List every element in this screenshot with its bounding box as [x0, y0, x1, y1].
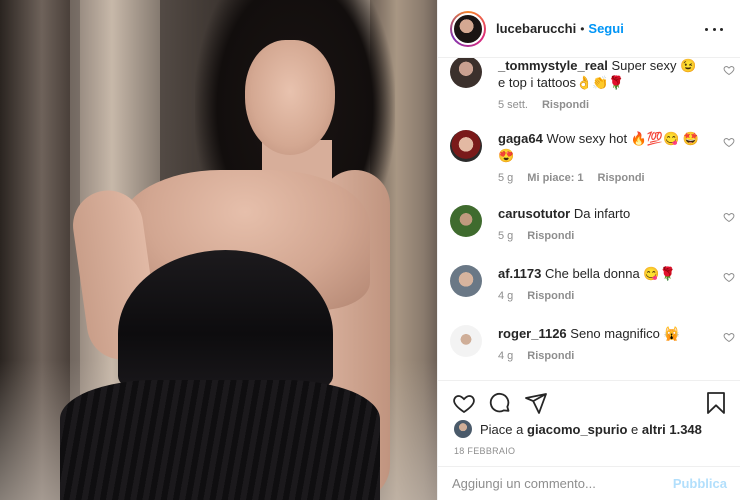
more-options-icon[interactable]	[705, 20, 723, 38]
comment-username[interactable]: roger_1126	[498, 326, 567, 341]
post-username[interactable]: lucebarucchi	[496, 21, 576, 36]
heart-icon[interactable]	[452, 391, 476, 415]
comment-like-heart-icon[interactable]	[723, 136, 735, 148]
profile-avatar[interactable]	[450, 10, 486, 47]
comment-time[interactable]: 4 g	[498, 290, 513, 302]
comment-like-heart-icon[interactable]	[723, 64, 735, 76]
comment-body: carusotutor Da infarto	[498, 205, 707, 222]
post-side-panel: lucebarucchi • Segui _tommystyle_real Su…	[437, 0, 740, 500]
comment-body: gaga64 Wow sexy hot 🔥💯😋 🤩😍	[498, 130, 707, 164]
share-icon[interactable]	[524, 391, 548, 415]
post-photo[interactable]	[0, 0, 437, 500]
publish-button[interactable]: Pubblica	[673, 476, 727, 491]
comment-meta: 5 g Mi piace: 1 Rispondi	[498, 172, 735, 184]
post-date[interactable]: 18 FEBBRAIO	[454, 446, 515, 456]
comment-meta: 4 g Rispondi	[498, 290, 735, 302]
comment-time[interactable]: 4 g	[498, 350, 513, 362]
comment-item: carusotutor Da infarto 5 g Rispondi	[450, 205, 735, 242]
comment-like-heart-icon[interactable]	[723, 331, 735, 343]
comment-username[interactable]: gaga64	[498, 131, 543, 146]
comment-text: Che bella donna 😋🌹	[545, 266, 676, 281]
reply-button[interactable]: Rispondi	[542, 99, 589, 111]
comment-time[interactable]: 5 sett.	[498, 99, 528, 111]
add-comment-form: Pubblica	[438, 466, 740, 500]
comment-item: gaga64 Wow sexy hot 🔥💯😋 🤩😍 5 g Mi piace:…	[450, 130, 735, 184]
reply-button[interactable]: Rispondi	[527, 290, 574, 302]
likes-summary[interactable]: Piace a giacomo_spurio e altri 1.348	[454, 419, 702, 439]
comment-like-heart-icon[interactable]	[723, 211, 735, 223]
commenter-avatar[interactable]	[450, 130, 482, 162]
follow-button[interactable]: Segui	[588, 21, 623, 36]
comment-body: af.1173 Che bella donna 😋🌹	[498, 265, 707, 282]
reply-button[interactable]: Rispondi	[527, 350, 574, 362]
commenter-avatar[interactable]	[450, 265, 482, 297]
comment-body: _tommystyle_real Super sexy 😉 e top i ta…	[498, 58, 707, 91]
comment-icon[interactable]	[488, 391, 512, 415]
comment-body: roger_1126 Seno magnifico 🙀	[498, 325, 707, 342]
avatar-image	[452, 12, 484, 45]
comment-meta: 4 g Rispondi	[498, 350, 735, 362]
liker-username[interactable]: giacomo_spurio	[527, 422, 627, 437]
comment-text: Seno magnifico 🙀	[570, 326, 680, 341]
post-header: lucebarucchi • Segui	[438, 0, 740, 58]
comment-username[interactable]: af.1173	[498, 266, 541, 281]
comment-meta: 5 g Rispondi	[498, 230, 735, 242]
header-separator: •	[580, 21, 585, 36]
comment-username[interactable]: _tommystyle_real	[498, 58, 608, 73]
likes-prefix: Piace a	[480, 421, 524, 437]
comment-time[interactable]: 5 g	[498, 230, 513, 242]
commenter-avatar[interactable]	[450, 58, 482, 88]
comment-item: roger_1126 Seno magnifico 🙀 4 g Rispondi	[450, 325, 735, 362]
comment-item: af.1173 Che bella donna 😋🌹 4 g Rispondi	[450, 265, 735, 302]
likes-connector: e	[631, 421, 639, 437]
comment-text: Da infarto	[573, 206, 631, 221]
comment-item: _tommystyle_real Super sexy 😉 e top i ta…	[450, 58, 735, 111]
liker-avatar[interactable]	[454, 420, 472, 438]
commenter-avatar[interactable]	[450, 325, 482, 357]
photo-face	[245, 40, 335, 155]
comment-input[interactable]	[452, 476, 673, 491]
comment-username[interactable]: carusotutor	[498, 206, 570, 221]
reply-button[interactable]: Rispondi	[598, 172, 645, 184]
commenter-avatar[interactable]	[450, 205, 482, 237]
comment-time[interactable]: 5 g	[498, 172, 513, 184]
comment-like-heart-icon[interactable]	[723, 271, 735, 283]
comment-likes-count[interactable]: Mi piace: 1	[527, 172, 583, 184]
photo-ruffled-skirt	[60, 380, 380, 500]
post-actions-bar	[438, 380, 740, 420]
comments-list[interactable]: _tommystyle_real Super sexy 😉 e top i ta…	[438, 58, 740, 380]
likes-others-count[interactable]: altri 1.348	[642, 422, 702, 437]
reply-button[interactable]: Rispondi	[527, 230, 574, 242]
bookmark-icon[interactable]	[704, 391, 728, 415]
comment-meta: 5 sett. Rispondi	[498, 99, 735, 111]
